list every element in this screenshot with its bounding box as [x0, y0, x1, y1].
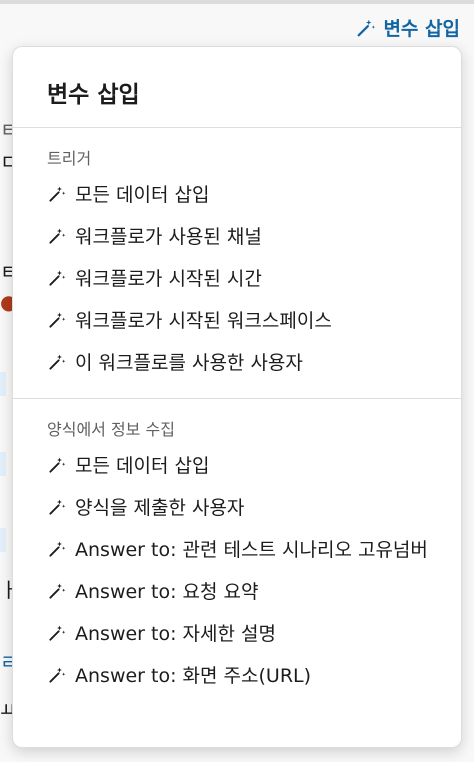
- menu-item-label: 워크플로가 시작된 시간: [75, 268, 262, 290]
- menu-section-form: 양식에서 정보 수집 모든 데이터 삽입 양식을 제출한 사용자 Answer …: [13, 399, 461, 711]
- magic-wand-icon: [49, 499, 66, 515]
- insert-variable-menu: 변수 삽입 트리거 모든 데이터 삽입 워크플로가 사용된 채널 워크플로가 시…: [12, 46, 462, 748]
- insert-variable-button[interactable]: 변수 삽입: [355, 14, 460, 41]
- menu-item-label: 양식을 제출한 사용자: [75, 497, 245, 519]
- magic-wand-icon: [49, 583, 66, 599]
- menu-item-label: 이 워크플로를 사용한 사용자: [75, 352, 303, 374]
- magic-wand-icon: [358, 19, 376, 36]
- section-label: 양식에서 정보 수집: [47, 420, 175, 439]
- menu-item-form-submitter[interactable]: 양식을 제출한 사용자: [13, 487, 461, 529]
- magic-wand-icon: [49, 625, 66, 641]
- menu-item-label: 모든 데이터 삽입: [75, 184, 210, 206]
- bg-highlight: [0, 372, 6, 396]
- menu-item-label: Answer to: 화면 주소(URL): [75, 665, 312, 687]
- insert-variable-label: 변수 삽입: [383, 18, 460, 40]
- top-divider: [0, 0, 474, 4]
- menu-item-workflow-user[interactable]: 이 워크플로를 사용한 사용자: [13, 342, 461, 384]
- menu-item-label: 모든 데이터 삽입: [75, 455, 210, 477]
- magic-wand-icon: [49, 667, 66, 683]
- magic-wand-icon: [49, 186, 66, 202]
- page: ㅌ ㄷ ㅌ ● ㅏ ㄹ ㅛ 변수 삽입 변수 삽입 트리거 모든 데이터 삽입: [0, 0, 474, 762]
- magic-wand-icon: [49, 457, 66, 473]
- menu-item-answer-detail[interactable]: Answer to: 자세한 설명: [13, 613, 461, 655]
- magic-wand-icon: [49, 270, 66, 286]
- menu-item-answer-test-scenario[interactable]: Answer to: 관련 테스트 시나리오 고유넘버: [13, 529, 461, 571]
- menu-item-insert-all-data[interactable]: 모든 데이터 삽입: [13, 174, 461, 216]
- section-label: 트리거: [47, 149, 92, 168]
- menu-item-label: Answer to: 요청 요약: [75, 581, 259, 603]
- menu-title: 변수 삽입: [47, 82, 140, 108]
- menu-item-channel[interactable]: 워크플로가 사용된 채널: [13, 216, 461, 258]
- menu-item-answer-summary[interactable]: Answer to: 요청 요약: [13, 571, 461, 613]
- menu-item-workspace[interactable]: 워크플로가 시작된 워크스페이스: [13, 300, 461, 342]
- menu-item-label: Answer to: 자세한 설명: [75, 623, 276, 645]
- magic-wand-icon: [49, 541, 66, 557]
- menu-item-label: Answer to: 관련 테스트 시나리오 고유넘버: [75, 539, 428, 561]
- menu-section-trigger: 트리거 모든 데이터 삽입 워크플로가 사용된 채널 워크플로가 시작된 시간 …: [13, 128, 461, 398]
- magic-wand-icon: [49, 228, 66, 244]
- bg-highlight: [0, 528, 6, 552]
- bg-highlight: [0, 452, 6, 476]
- menu-item-label: 워크플로가 시작된 워크스페이스: [75, 310, 332, 332]
- menu-item-insert-all-data[interactable]: 모든 데이터 삽입: [13, 445, 461, 487]
- menu-item-label: 워크플로가 사용된 채널: [75, 226, 262, 248]
- menu-item-answer-url[interactable]: Answer to: 화면 주소(URL): [13, 655, 461, 697]
- magic-wand-icon: [49, 354, 66, 370]
- magic-wand-icon: [49, 312, 66, 328]
- menu-item-start-time[interactable]: 워크플로가 시작된 시간: [13, 258, 461, 300]
